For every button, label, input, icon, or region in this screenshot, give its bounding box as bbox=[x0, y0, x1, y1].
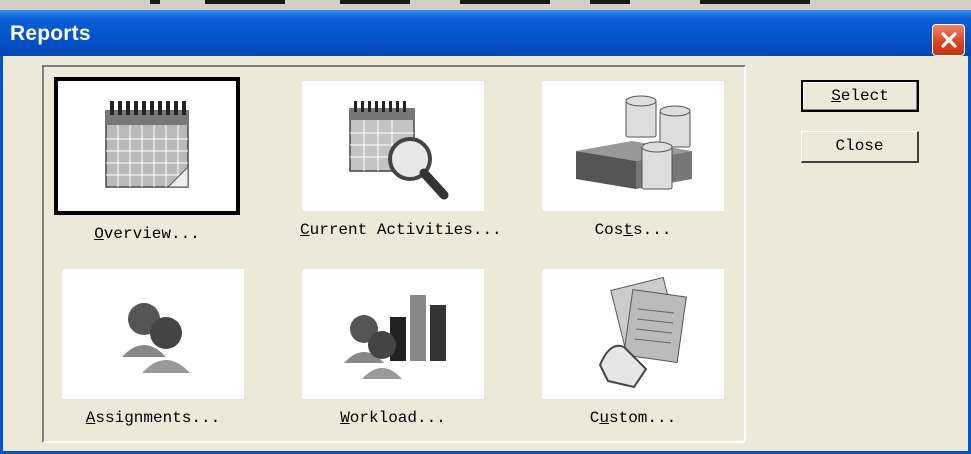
report-label: Assignments... bbox=[85, 409, 221, 427]
report-label: Current Activities... bbox=[300, 221, 502, 239]
report-current-activities[interactable]: Current Activities... bbox=[300, 81, 502, 239]
background-window-strip bbox=[0, 0, 971, 10]
report-image bbox=[542, 269, 724, 399]
calendar-icon bbox=[105, 101, 189, 188]
report-image bbox=[62, 269, 244, 399]
money-coins-icon bbox=[576, 95, 692, 190]
hand-documents-icon bbox=[598, 276, 687, 389]
window-title: Reports bbox=[10, 22, 91, 45]
title-bar[interactable]: Reports bbox=[0, 10, 971, 56]
report-workload[interactable]: Workload... bbox=[300, 269, 486, 427]
close-button[interactable]: Close bbox=[801, 131, 919, 163]
report-image bbox=[302, 81, 484, 211]
report-image bbox=[542, 81, 724, 211]
report-label: Overview... bbox=[94, 225, 200, 243]
report-label: Custom... bbox=[589, 409, 677, 427]
report-custom[interactable]: Custom... bbox=[540, 269, 726, 427]
report-image bbox=[302, 269, 484, 399]
close-icon bbox=[940, 32, 957, 48]
calendar-magnifier-icon bbox=[349, 101, 449, 200]
reports-list: Overview... Current Activities... Costs.… bbox=[42, 65, 746, 443]
close-window-button[interactable] bbox=[932, 24, 965, 56]
report-assignments[interactable]: Assignments... bbox=[60, 269, 246, 427]
report-overview[interactable]: Overview... bbox=[54, 77, 240, 243]
report-costs[interactable]: Costs... bbox=[540, 81, 726, 239]
people-icon bbox=[122, 303, 190, 373]
report-label: Costs... bbox=[594, 221, 672, 239]
report-image bbox=[54, 77, 240, 215]
report-label: Workload... bbox=[340, 409, 446, 427]
people-bar-chart-icon bbox=[344, 295, 446, 379]
select-button[interactable]: Select bbox=[801, 80, 919, 112]
